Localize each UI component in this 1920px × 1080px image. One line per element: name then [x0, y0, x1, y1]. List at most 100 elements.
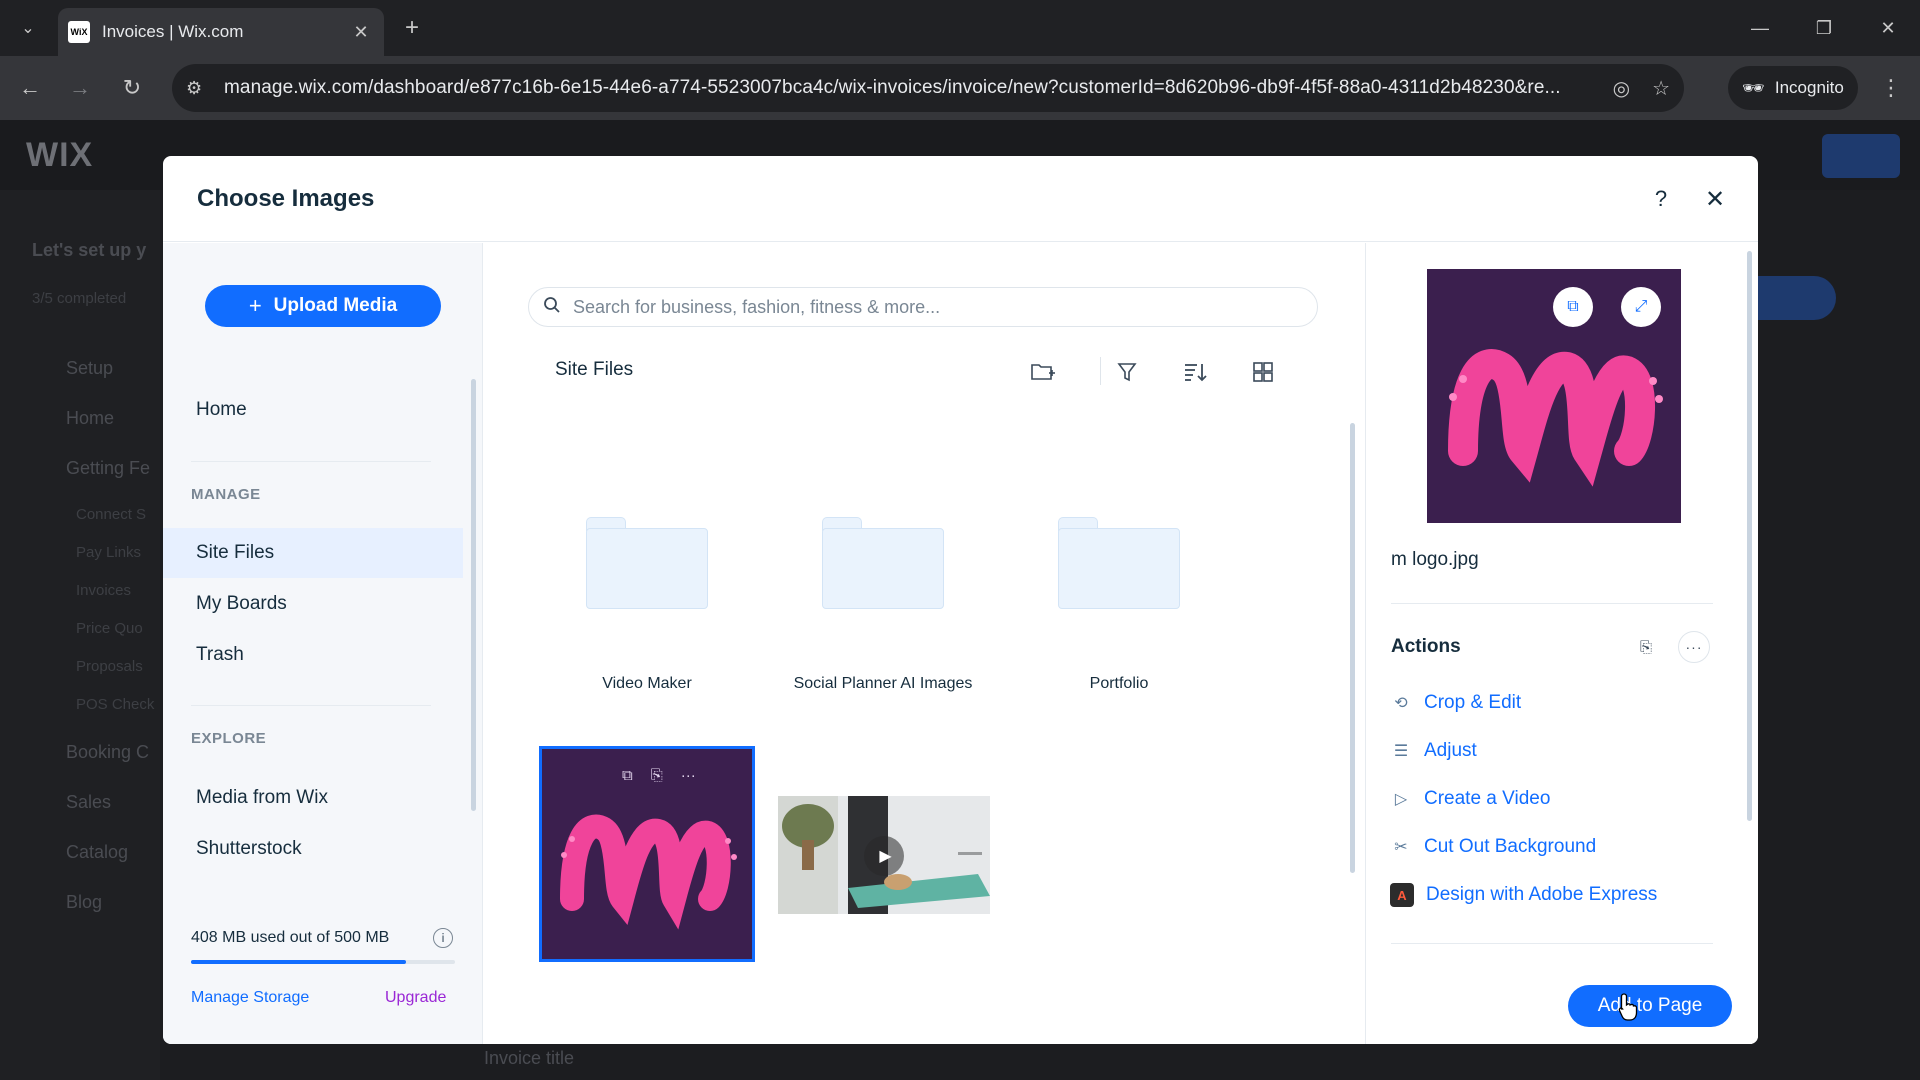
folder-icon — [586, 517, 708, 609]
sidebar-item-site-files[interactable]: Site Files — [163, 528, 463, 578]
crop-icon[interactable]: ⧉ — [1553, 287, 1593, 327]
media-item-m-logo[interactable]: ⧉ ⎘ ··· — [539, 746, 755, 962]
incognito-badge[interactable]: 🕶 Incognito — [1728, 66, 1858, 110]
search-icon — [543, 296, 561, 319]
grid-view-icon[interactable] — [1246, 355, 1280, 389]
crop-icon: ⟲ — [1394, 695, 1408, 712]
sidebar-item-media-from-wix[interactable]: Media from Wix — [163, 773, 463, 823]
expand-icon[interactable]: ⤢ — [1621, 287, 1661, 327]
sidebar-item-trash[interactable]: Trash — [163, 630, 463, 680]
filter-icon[interactable] — [1110, 355, 1144, 389]
action-adjust[interactable]: ☰ Adjust — [1388, 736, 1477, 766]
dash-subnav-pos: POS Check — [76, 696, 155, 713]
restore-icon[interactable]: ❐ — [1804, 12, 1844, 44]
more-icon[interactable]: ··· — [681, 767, 696, 784]
reload-icon[interactable]: ↻ — [114, 70, 150, 106]
choose-images-modal: Choose Images ? ✕ + Upload Media Home MA… — [163, 156, 1758, 1044]
sidebar-item-home[interactable]: Home — [163, 385, 463, 435]
dash-nav-sales: Sales — [66, 792, 112, 812]
upgrade-link[interactable]: Upgrade — [385, 989, 446, 1007]
dash-subnav-connect: Connect S — [76, 506, 147, 523]
folder-name: Social Planner AI Images — [793, 675, 973, 692]
back-icon[interactable]: ← — [12, 70, 48, 106]
folder-item[interactable]: Social Planner AI Images — [776, 445, 990, 705]
new-tab-icon[interactable]: + — [396, 12, 428, 44]
play-icon[interactable]: ▶ — [864, 836, 904, 876]
upload-media-button[interactable]: + Upload Media — [205, 285, 441, 327]
search-input[interactable] — [573, 296, 1317, 318]
site-settings-icon[interactable]: ⚙ — [186, 78, 214, 99]
storage-progress-bar — [191, 960, 455, 964]
hand-cursor-icon — [1618, 993, 1638, 1021]
manage-storage-link[interactable]: Manage Storage — [191, 989, 309, 1007]
dash-nav-catalog: Catalog — [66, 842, 129, 862]
browser-tabbar: ⌄ WiX Invoices | Wix.com ✕ + — ❐ ✕ — [0, 0, 1920, 56]
eye-off-icon[interactable]: ◎ — [1613, 76, 1630, 101]
invoice-title-label: Invoice title — [484, 1048, 575, 1068]
media-item-video[interactable]: ▶ — [778, 796, 990, 914]
folder-item[interactable]: Video Maker — [540, 445, 754, 705]
close-icon[interactable]: ✕ — [1698, 182, 1732, 216]
folder-name: Portfolio — [1089, 675, 1149, 692]
more-options-icon[interactable]: ··· — [1678, 631, 1710, 663]
window-close-icon[interactable]: ✕ — [1868, 12, 1908, 44]
wix-favicon: WiX — [68, 21, 90, 43]
forward-icon[interactable]: → — [62, 70, 98, 106]
dash-nav-getting: Getting Fe — [66, 458, 151, 478]
sidebar-divider — [191, 705, 431, 706]
dashboard-sidebar: Let's set up y 3/5 completed Setup Home … — [0, 190, 160, 1080]
scissors-icon: ✂ — [1394, 839, 1408, 856]
toolbar-divider — [1100, 357, 1101, 385]
setup-text: Let's set up y — [32, 240, 147, 260]
sidebar-item-my-boards[interactable]: My Boards — [163, 579, 463, 629]
grid-scrollbar[interactable] — [1350, 423, 1355, 873]
media-sidebar: + Upload Media Home MANAGE Site Files My… — [163, 243, 483, 1044]
add-to-page-button[interactable]: Add to Page — [1568, 985, 1732, 1027]
info-icon[interactable]: i — [433, 928, 453, 948]
new-folder-icon[interactable] — [1026, 355, 1060, 389]
browser-tab[interactable]: WiX Invoices | Wix.com ✕ — [58, 8, 384, 56]
address-bar[interactable]: ⚙ manage.wix.com/dashboard/e877c16b-6e15… — [172, 64, 1684, 112]
sidebar-divider — [191, 461, 431, 462]
bookmark-icon[interactable]: ⎘ — [1630, 631, 1662, 663]
details-scrollbar[interactable] — [1747, 251, 1752, 821]
sidebar-item-shutterstock[interactable]: Shutterstock — [163, 824, 463, 874]
browser-toolbar: ← → ↻ ⚙ manage.wix.com/dashboard/e877c16… — [0, 56, 1920, 120]
action-create-video[interactable]: ▷ Create a Video — [1388, 784, 1551, 814]
tab-close-icon[interactable]: ✕ — [350, 22, 372, 43]
action-label: Adjust — [1424, 740, 1477, 761]
dash-subnav-price: Price Quo — [76, 620, 143, 637]
storage-progress-fill — [191, 960, 407, 964]
bookmark-star-icon[interactable]: ☆ — [1652, 76, 1670, 101]
browser-menu-icon[interactable]: ⋮ — [1876, 70, 1906, 106]
sidebar-scrollbar[interactable] — [471, 379, 476, 811]
tab-search-icon[interactable]: ⌄ — [10, 10, 46, 46]
media-details-panel: ⧉ ⤢ m logo.jpg Actions ⎘ ··· ⟲ Crop & Ed… — [1365, 243, 1758, 1044]
wix-logo: WIX — [26, 136, 94, 174]
section-label-explore: EXPLORE — [191, 730, 267, 747]
sliders-icon: ☰ — [1393, 743, 1409, 760]
action-design-adobe-express[interactable]: A Design with Adobe Express — [1388, 880, 1657, 910]
section-label-manage: MANAGE — [191, 486, 261, 503]
sort-icon[interactable] — [1178, 355, 1212, 389]
media-grid-panel: Site Files Video Maker Social Planner AI… — [484, 243, 1364, 1044]
folder-name: Video Maker — [602, 675, 692, 692]
bookmark-icon[interactable]: ⎘ — [651, 767, 663, 784]
folder-item[interactable]: Portfolio — [1012, 445, 1226, 705]
incognito-label: Incognito — [1774, 78, 1844, 97]
crop-icon[interactable]: ⧉ — [622, 767, 633, 784]
action-label: Design with Adobe Express — [1426, 884, 1658, 905]
minimize-icon[interactable]: — — [1740, 12, 1780, 44]
panel-divider — [1391, 603, 1713, 604]
dash-subnav-invoices: Invoices — [76, 582, 132, 599]
folder-icon — [822, 517, 944, 609]
media-search[interactable] — [528, 287, 1318, 327]
panel-divider — [1391, 943, 1713, 944]
action-cut-out-background[interactable]: ✂ Cut Out Background — [1388, 832, 1596, 862]
actions-title: Actions — [1391, 636, 1461, 657]
thumb-toolbar: ⧉ ⎘ ··· — [622, 767, 696, 784]
dash-nav-setup: Setup — [66, 358, 114, 378]
help-icon[interactable]: ? — [1644, 182, 1678, 216]
storage-usage-text: 408 MB used out of 500 MB — [191, 929, 390, 946]
action-crop-edit[interactable]: ⟲ Crop & Edit — [1388, 688, 1521, 718]
